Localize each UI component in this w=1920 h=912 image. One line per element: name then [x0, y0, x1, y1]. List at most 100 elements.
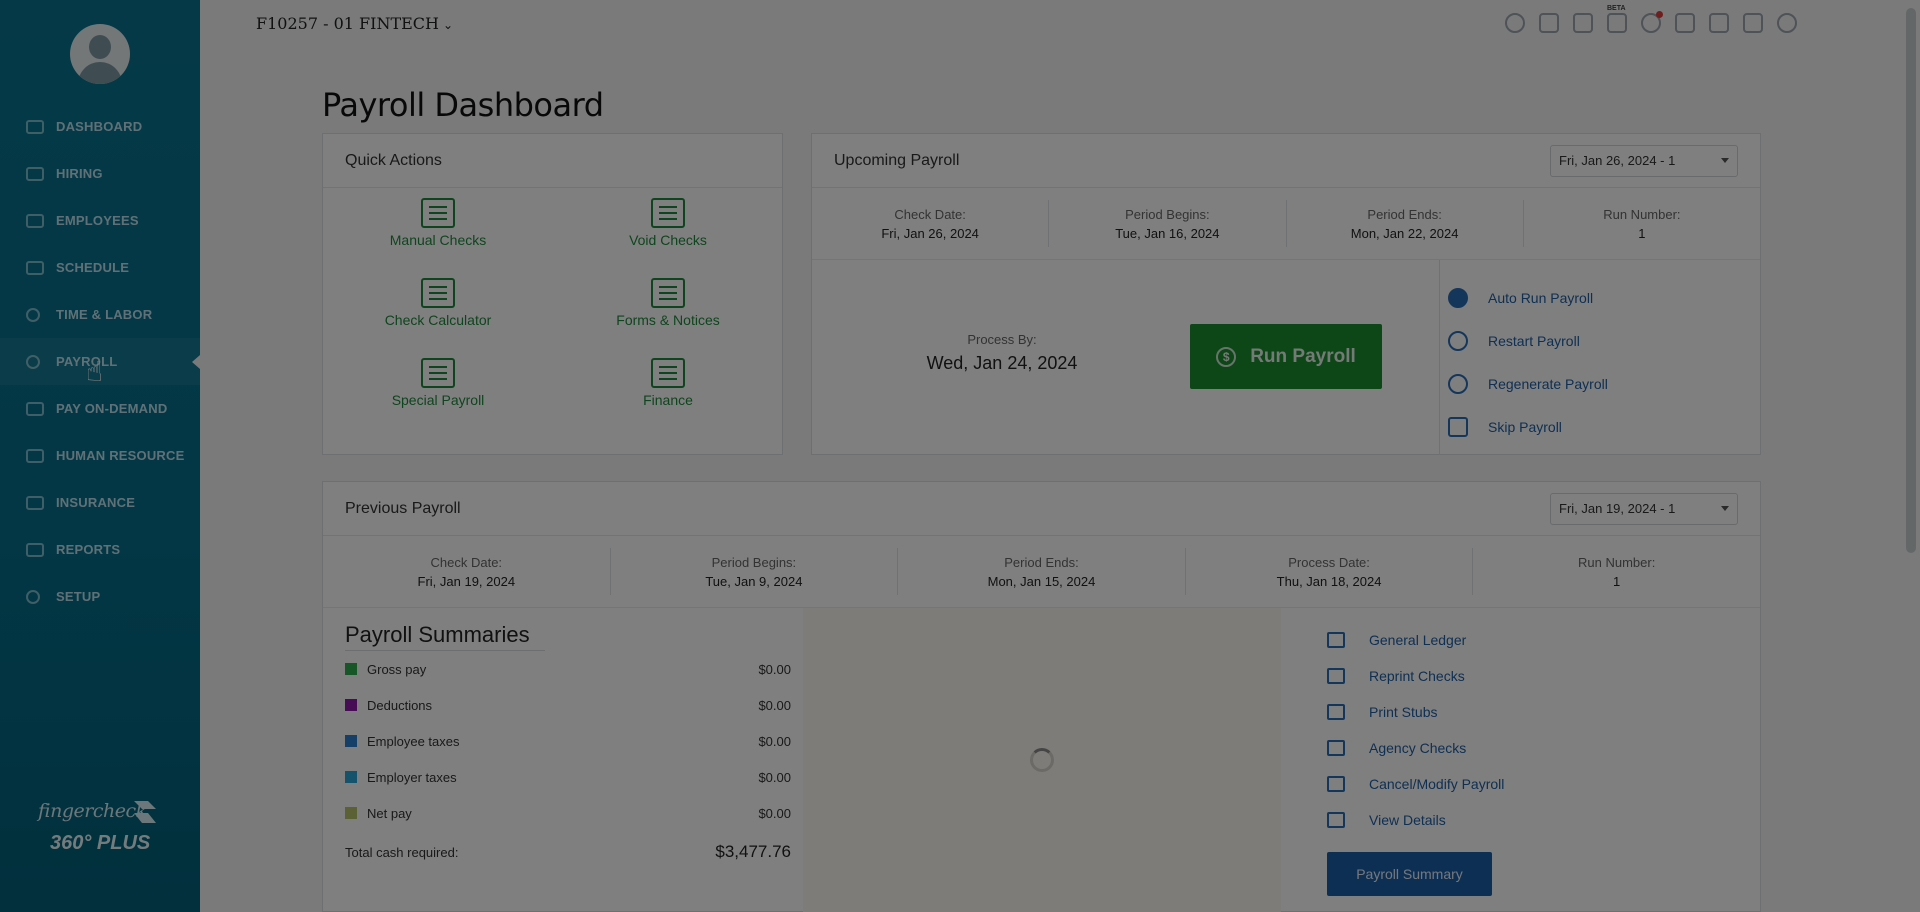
- qa-label: Manual Checks: [389, 232, 487, 248]
- video-icon[interactable]: [1709, 13, 1729, 33]
- stubs-icon: [1327, 704, 1345, 720]
- stat-label: Period Ends:: [1367, 206, 1442, 222]
- action-label: Reprint Checks: [1369, 668, 1465, 684]
- summary-row-net-pay: Net pay $0.00: [345, 795, 791, 831]
- help-icon[interactable]: [1777, 13, 1797, 33]
- previous-select-value: Fri, Jan 19, 2024 - 1: [1559, 501, 1676, 516]
- details-icon: [1327, 812, 1345, 828]
- sidebar-item-hiring[interactable]: HIRING: [0, 150, 200, 197]
- stat-run-number: Run Number: 1: [1473, 548, 1760, 595]
- stat-value: Mon, Jan 22, 2024: [1350, 225, 1459, 241]
- user-avatar[interactable]: [70, 24, 130, 84]
- qa-label: Special Payroll: [391, 392, 485, 408]
- stat-value: 1: [1613, 573, 1621, 589]
- company-selector[interactable]: F10257 - 01 FINTECH ⌄: [256, 14, 453, 33]
- scrollbar[interactable]: [1906, 8, 1916, 553]
- sidebar-item-pay-on-demand[interactable]: PAY ON-DEMAND: [0, 385, 200, 432]
- top-icon-bar: BETA: [1505, 5, 1797, 33]
- megaphone-icon[interactable]: [1573, 13, 1593, 33]
- sidebar-item-setup[interactable]: SETUP: [0, 573, 200, 620]
- summary-amount: $0.00: [758, 733, 791, 749]
- quick-actions-header: Quick Actions: [323, 134, 782, 188]
- upcoming-payroll-title: Upcoming Payroll: [834, 151, 960, 169]
- quick-actions-card: Quick Actions Manual Checks Void Checks …: [322, 133, 783, 455]
- contacts-icon[interactable]: [1675, 13, 1695, 33]
- summary-row-gross-pay: Gross pay $0.00: [345, 651, 791, 687]
- beta-badge: BETA: [1607, 5, 1626, 12]
- previous-payroll-select[interactable]: Fri, Jan 19, 2024 - 1: [1550, 492, 1738, 525]
- stat-label: Check Date:: [894, 206, 966, 222]
- finance-icon: [651, 358, 685, 388]
- upcoming-payroll-select[interactable]: Fri, Jan 26, 2024 - 1: [1550, 144, 1738, 177]
- sidebar: DASHBOARD HIRING EMPLOYEES SCHEDULE TIME…: [0, 0, 200, 912]
- summary-amount: $0.00: [758, 697, 791, 713]
- restart-payroll-link[interactable]: Restart Payroll: [1440, 319, 1759, 362]
- summary-label: Deductions: [367, 697, 433, 713]
- avatar-head: [89, 35, 111, 59]
- brand-tier: 360° PLUS: [50, 832, 151, 854]
- print-stubs-link[interactable]: Print Stubs: [1327, 694, 1607, 730]
- summary-amount: $0.00: [758, 805, 791, 821]
- finance-button[interactable]: Finance: [553, 358, 783, 408]
- search-icon[interactable]: [1505, 13, 1525, 33]
- view-details-link[interactable]: View Details: [1327, 802, 1607, 838]
- ledger-icon: [1327, 632, 1345, 648]
- regenerate-payroll-link[interactable]: Regenerate Payroll: [1440, 362, 1759, 405]
- previous-payroll-card: Previous Payroll Fri, Jan 19, 2024 - 1 C…: [322, 481, 1761, 912]
- summary-label: Employer taxes: [367, 769, 457, 785]
- sidebar-item-label: REPORTS: [56, 542, 121, 557]
- sidebar-item-label: HIRING: [56, 166, 103, 181]
- stat-value: Mon, Jan 15, 2024: [987, 573, 1096, 589]
- loading-spinner-icon: [1030, 748, 1054, 772]
- cancel-icon: [1327, 776, 1345, 792]
- cancel-modify-payroll-link[interactable]: Cancel/Modify Payroll: [1327, 766, 1607, 802]
- previous-stats: Check Date: Fri, Jan 19, 2024 Period Begi…: [323, 536, 1760, 608]
- check-calculator-button[interactable]: Check Calculator: [323, 278, 553, 328]
- void-checks-button[interactable]: Void Checks: [553, 198, 783, 248]
- summary-amount: $0.00: [758, 769, 791, 785]
- stat-value: Tue, Jan 9, 2024: [705, 573, 803, 589]
- special-payroll-button[interactable]: Special Payroll: [323, 358, 553, 408]
- forms-icon: [651, 278, 685, 308]
- qa-label: Void Checks: [629, 232, 707, 248]
- sidebar-item-employees[interactable]: EMPLOYEES: [0, 197, 200, 244]
- gear-icon: [26, 589, 40, 604]
- manual-checks-button[interactable]: Manual Checks: [323, 198, 553, 248]
- dollar-icon: $: [1216, 346, 1237, 367]
- general-ledger-link[interactable]: General Ledger: [1327, 622, 1607, 658]
- stat-period-ends: Period Ends: Mon, Jan 22, 2024: [1287, 200, 1524, 247]
- run-payroll-button[interactable]: $ Run Payroll: [1190, 324, 1382, 389]
- legend-swatch: [345, 771, 357, 783]
- auto-run-payroll-link[interactable]: Auto Run Payroll: [1440, 276, 1759, 319]
- upcoming-select-value: Fri, Jan 26, 2024 - 1: [1559, 153, 1676, 168]
- upload-icon[interactable]: [1743, 13, 1763, 33]
- sidebar-item-insurance[interactable]: INSURANCE: [0, 479, 200, 526]
- upcoming-stats: Check Date: Fri, Jan 26, 2024 Period Begi…: [812, 188, 1760, 260]
- previous-actions: General Ledger Reprint Checks Print Stub…: [1327, 622, 1607, 896]
- forms-notices-button[interactable]: Forms & Notices: [553, 278, 783, 328]
- legend-swatch: [345, 735, 357, 747]
- trash-icon[interactable]: [1539, 13, 1559, 33]
- sidebar-item-dashboard[interactable]: DASHBOARD: [0, 103, 200, 150]
- stat-label: Period Ends:: [1004, 554, 1079, 570]
- agency-checks-link[interactable]: Agency Checks: [1327, 730, 1607, 766]
- summary-row-employer-taxes: Employer taxes $0.00: [345, 759, 791, 795]
- payroll-summary-button[interactable]: Payroll Summary: [1327, 852, 1492, 896]
- process-by: Process By: Wed, Jan 24, 2024: [882, 332, 1122, 374]
- sidebar-item-human-resource[interactable]: HUMAN RESOURCE: [0, 432, 200, 479]
- sidebar-item-time-labor[interactable]: TIME & LABOR: [0, 291, 200, 338]
- bell-icon[interactable]: [1641, 11, 1663, 33]
- reprint-checks-link[interactable]: Reprint Checks: [1327, 658, 1607, 694]
- beta-icon[interactable]: BETA: [1607, 5, 1627, 33]
- sidebar-item-reports[interactable]: REPORTS: [0, 526, 200, 573]
- sidebar-item-schedule[interactable]: SCHEDULE: [0, 244, 200, 291]
- skip-payroll-link[interactable]: Skip Payroll: [1440, 405, 1759, 448]
- calculator-icon: [421, 278, 455, 308]
- refresh-icon: [1448, 373, 1468, 394]
- stat-value: Tue, Jan 16, 2024: [1115, 225, 1220, 241]
- previous-payroll-header: Previous Payroll Fri, Jan 19, 2024 - 1: [323, 482, 1760, 536]
- action-label: Agency Checks: [1369, 740, 1467, 756]
- total-amount: $3,477.76: [715, 842, 791, 861]
- sidebar-item-label: TIME & LABOR: [56, 307, 153, 322]
- company-name: F10257 - 01 FINTECH: [256, 14, 439, 33]
